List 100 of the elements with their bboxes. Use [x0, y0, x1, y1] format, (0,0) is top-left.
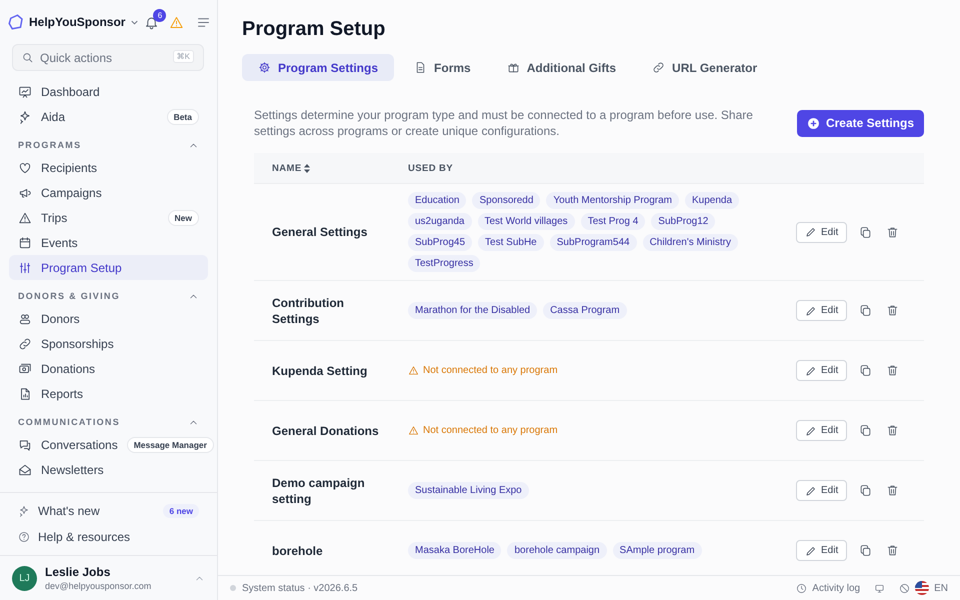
edit-button[interactable]: Edit [796, 222, 848, 242]
logo-icon [7, 13, 25, 31]
description-text: Settings determine your program type and must be connected to a program before use. Share settings across programs or create unique configurations. [254, 107, 754, 139]
clock-icon [796, 582, 808, 594]
chat-icon [18, 438, 32, 452]
trash-icon [886, 484, 900, 497]
column-header: USED BY [408, 162, 454, 174]
setting-name: Demo campaign setting [272, 474, 366, 506]
edit-button[interactable]: Edit [796, 420, 848, 441]
trash-icon [886, 364, 900, 377]
notification-count: 6 [153, 8, 166, 22]
warning-text: Not connected to any program [423, 365, 558, 376]
nav-item[interactable]: Program Setup [9, 255, 208, 280]
setting-name: Contribution Settings [272, 294, 345, 326]
sliders-icon [18, 260, 32, 274]
edit-button[interactable]: Edit [796, 480, 848, 501]
setting-name: General Donations [272, 422, 380, 438]
edit-button[interactable]: Edit [796, 360, 848, 381]
warning-text: Not connected to any program [423, 425, 558, 436]
nav-item[interactable]: Recipients [9, 155, 208, 180]
program-tag: Test World villages [478, 213, 575, 230]
pencil-icon [805, 544, 817, 556]
system-status[interactable]: System status · v2026.6.5 [242, 582, 358, 594]
page-title: Program Setup [242, 18, 386, 41]
copy-icon [859, 424, 872, 437]
tab[interactable]: Additional Gifts [490, 54, 632, 81]
bell-icon [144, 14, 160, 30]
section-title: PROGRAMS [18, 140, 82, 150]
nav-badge: Message Manager [126, 436, 214, 452]
pencil-icon [805, 424, 817, 436]
column-header[interactable]: NAME [272, 162, 302, 174]
nav-badge: Beta [166, 108, 199, 124]
envelope-icon [18, 462, 32, 476]
activity-log-link[interactable]: Activity log [796, 582, 860, 594]
section-title: DONORS & GIVING [18, 291, 120, 301]
nav-item[interactable]: Donors [9, 306, 208, 331]
status-dot [230, 585, 236, 591]
warning-icon [408, 365, 419, 376]
link-icon [652, 61, 666, 74]
sort-icon[interactable] [304, 164, 310, 172]
section-title: COMMUNICATIONS [18, 417, 120, 427]
blocked-icon [899, 582, 910, 594]
footer-link[interactable]: What's new 6 new [9, 498, 208, 524]
setting-name: Kupenda Setting [272, 362, 368, 378]
cash-icon [18, 362, 32, 376]
nav-badge: New [168, 210, 199, 226]
nav-item[interactable]: Dashboard [9, 79, 208, 104]
warning-icon [408, 425, 419, 436]
plus-icon [806, 116, 820, 130]
copy-icon [859, 304, 872, 317]
edit-button[interactable]: Edit [796, 300, 848, 321]
program-tag: Education [408, 192, 466, 209]
monitor-icon [874, 582, 886, 594]
users-icon [18, 312, 32, 326]
pencil-icon [805, 364, 817, 376]
program-tag: Marathon for the Disabled [408, 302, 538, 319]
trash-icon [886, 544, 900, 557]
program-tag: Children's Ministry [642, 234, 738, 251]
flag-icon [915, 581, 930, 595]
brand-name: HelpYouSponsor [29, 15, 126, 29]
nav-item[interactable]: Aida Beta [9, 104, 208, 129]
edit-button[interactable]: Edit [796, 540, 848, 561]
language-code[interactable]: EN [934, 582, 948, 594]
tab[interactable]: URL Generator [636, 54, 774, 81]
trash-icon [886, 304, 900, 317]
program-tag: Sustainable Living Expo [408, 482, 529, 499]
nav-item[interactable]: Newsletters [9, 457, 208, 482]
warning-icon [18, 210, 32, 224]
dashboard-icon [18, 84, 32, 98]
program-tag: SubProg12 [651, 213, 716, 230]
help-icon [18, 531, 30, 543]
copy-icon [859, 364, 872, 377]
new-count-badge: 6 new [163, 504, 199, 518]
program-tag: Test SubHe [478, 234, 544, 251]
link-icon [18, 336, 32, 350]
tab[interactable]: Program Settings [242, 54, 394, 81]
program-tag: Test Prog 4 [580, 213, 646, 230]
nav-item[interactable]: Trips New [9, 205, 208, 230]
avatar: LJ [12, 566, 37, 590]
trash-icon [886, 226, 900, 238]
setting-name: borehole [272, 542, 324, 558]
user-name: Leslie Jobs [45, 565, 112, 579]
program-tag: Cassa Program [543, 302, 627, 319]
nav-item[interactable]: Sponsorships [9, 331, 208, 356]
gear-icon [258, 61, 271, 74]
program-tag: borehole campaign [507, 542, 607, 559]
program-tag: SAmple program [612, 542, 702, 559]
trash-icon [886, 424, 900, 437]
heart-icon [18, 160, 32, 174]
sparkle-icon [18, 110, 32, 124]
nav-item[interactable]: Campaigns [9, 180, 208, 205]
report-icon [18, 386, 32, 400]
nav-item[interactable]: Reports [9, 381, 208, 406]
nav-item[interactable]: Donations [9, 356, 208, 381]
copy-icon [859, 484, 872, 497]
nav-item[interactable]: Events [9, 230, 208, 255]
create-settings-button[interactable]: Create Settings [796, 110, 924, 136]
tab[interactable]: Forms [398, 54, 487, 81]
footer-link[interactable]: Help & resources [9, 524, 208, 550]
pencil-icon [805, 484, 817, 496]
